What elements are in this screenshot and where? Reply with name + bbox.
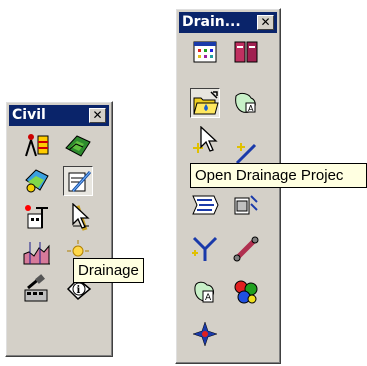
drainage-title-bar[interactable]: Drain... ✕ <box>179 12 277 33</box>
svg-text:i: i <box>77 285 81 296</box>
cross-section-icon[interactable] <box>22 238 52 268</box>
layout-icon[interactable] <box>231 190 261 220</box>
drainage-library-icon[interactable] <box>231 37 261 67</box>
components-icon[interactable] <box>231 277 261 307</box>
profile-flow-icon[interactable] <box>190 190 220 220</box>
civil-title: Civil <box>12 107 46 123</box>
survey-tripod-icon[interactable] <box>22 130 52 160</box>
svg-text:A: A <box>248 104 254 113</box>
civil-close-button[interactable]: ✕ <box>89 108 106 123</box>
navigator-icon[interactable] <box>190 319 220 349</box>
modeler-icon[interactable] <box>22 274 52 304</box>
drainage-tooltip: Drainage <box>73 258 144 283</box>
open-project-tooltip: Open Drainage Projec <box>190 163 367 188</box>
arrow-cursor-drainage <box>200 126 218 152</box>
civil-title-bar[interactable]: Civil ✕ <box>9 105 109 126</box>
drainage-icon[interactable] <box>63 166 93 196</box>
terrain-model-icon[interactable] <box>63 130 93 160</box>
area-icon[interactable]: A <box>231 88 261 118</box>
area-text-icon[interactable]: A <box>190 277 220 307</box>
inlet-junction-icon[interactable] <box>190 234 220 264</box>
drainage-close-button[interactable]: ✕ <box>257 15 274 30</box>
arrow-cursor <box>72 203 90 229</box>
svg-text:A: A <box>205 293 212 303</box>
geometry-icon[interactable] <box>22 166 52 196</box>
pipe-icon[interactable] <box>231 234 261 264</box>
site-building-icon[interactable] <box>22 202 52 232</box>
open-drainage-project-icon[interactable] <box>190 88 220 118</box>
drainage-options-icon[interactable] <box>190 37 220 67</box>
civil-palette: Civil ✕ i <box>5 101 113 357</box>
drainage-title: Drain... <box>182 14 241 30</box>
